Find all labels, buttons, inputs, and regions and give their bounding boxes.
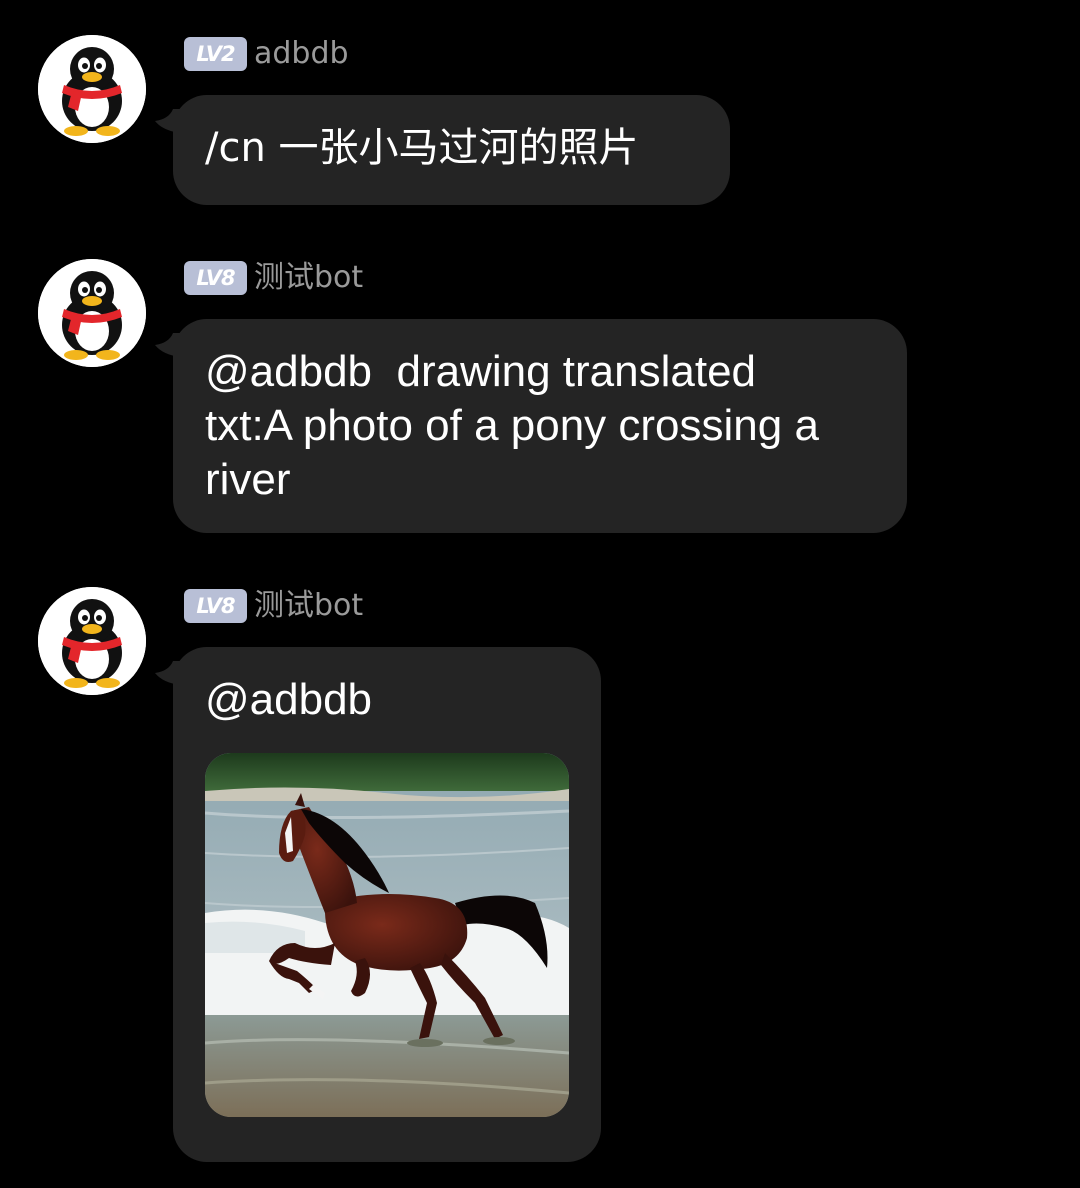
level-badge: LV8 [184, 589, 247, 623]
horse-crossing-river-photo[interactable] [205, 753, 569, 1117]
message-text: @adbdb drawing translated txt:A photo of… [205, 347, 819, 504]
sender-row: LV2 adbdb [184, 34, 349, 74]
sender-row: LV8 测试bot [184, 586, 363, 626]
sender-row: LV8 测试bot [184, 258, 363, 298]
level-badge: LV8 [184, 261, 247, 295]
message-bubble[interactable]: @adbdb [155, 647, 601, 1162]
sender-name[interactable]: 测试bot [254, 258, 363, 298]
message-bubble[interactable]: @adbdb drawing translated txt:A photo of… [155, 319, 907, 533]
penguin-avatar-icon[interactable] [38, 259, 146, 367]
penguin-avatar-icon[interactable] [38, 35, 146, 143]
penguin-avatar-icon[interactable] [38, 587, 146, 695]
level-badge: LV2 [184, 37, 247, 71]
message-text: /cn 一张小马过河的照片 [205, 125, 639, 171]
message-bubble[interactable]: /cn 一张小马过河的照片 [155, 95, 730, 205]
sender-name[interactable]: 测试bot [254, 586, 363, 626]
bubble-tail-icon [155, 333, 181, 357]
sender-name[interactable]: adbdb [254, 34, 349, 74]
bubble-tail-icon [155, 661, 181, 685]
bubble-tail-icon [155, 109, 181, 133]
message-text: @adbdb [205, 675, 373, 724]
